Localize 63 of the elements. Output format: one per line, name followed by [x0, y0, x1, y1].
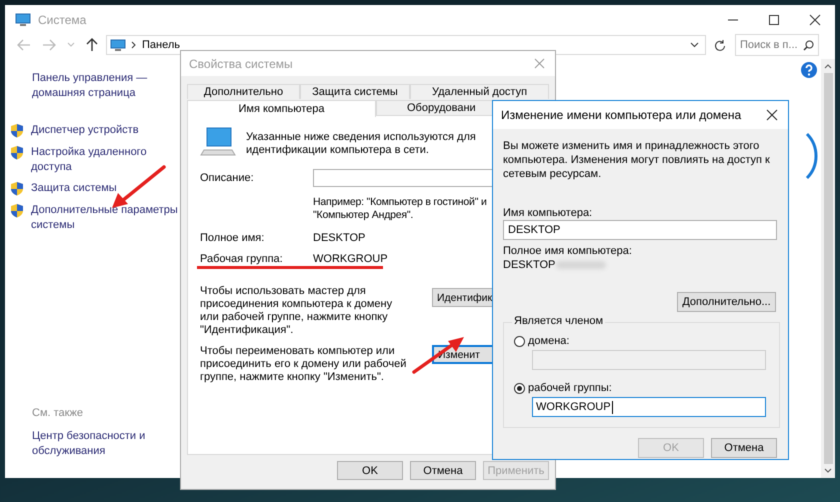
section-heading: См. также [32, 407, 84, 419]
monitor-icon [110, 38, 126, 52]
radio-label[interactable]: рабочей группы: [528, 382, 612, 394]
dialog-button[interactable]: Отмена [410, 461, 476, 480]
refresh-icon[interactable] [714, 38, 726, 52]
tab[interactable]: Удаленный доступ [410, 84, 549, 99]
close-icon[interactable] [766, 109, 778, 121]
chevron-right-icon [131, 41, 137, 49]
task-link[interactable]: Диспетчер устройств [31, 123, 181, 138]
field-label: Описание: [200, 172, 255, 184]
field-label: Рабочая группа: [200, 253, 284, 265]
help-icon[interactable] [801, 62, 817, 78]
computer-icon [200, 126, 236, 158]
group-heading: Является членом [512, 315, 606, 327]
scrollbar[interactable] [821, 59, 835, 478]
scrollbar-thumb[interactable] [824, 73, 832, 464]
task-link[interactable]: Дополнительные параметры системы [31, 203, 181, 232]
field-label: Имя компьютера: [503, 207, 594, 219]
task-link[interactable]: Защита системы [31, 181, 181, 196]
window-title: Система [38, 13, 86, 27]
tab[interactable]: Защита системы [300, 84, 410, 99]
tab[interactable]: Дополнительно [187, 84, 300, 99]
close-icon[interactable] [809, 14, 821, 26]
search-icon [803, 40, 814, 50]
dialog-button[interactable]: Отмена [711, 438, 777, 458]
field-value: DESKTOP [503, 259, 556, 271]
dialog-title: Свойства системы [189, 56, 293, 70]
radio-button[interactable] [514, 382, 525, 394]
field-label: Полное имя компьютера: [503, 245, 633, 257]
chevron-down-icon[interactable] [824, 468, 832, 474]
shield-icon [10, 181, 24, 196]
member-field[interactable]: WORKGROUP [532, 397, 766, 417]
computer-name-field[interactable]: DESKTOP [503, 220, 777, 240]
shield-icon [10, 203, 24, 218]
instruction-text: Чтобы использовать мастер для присоединения компьютера к домену или рабочей группе, нажмите кнопку "Идентификация". [200, 285, 394, 337]
intro-text: Указанные ниже сведения используются для идентификации компьютера в сети. [246, 130, 477, 157]
monitor-icon [15, 13, 31, 27]
field-label: Полное имя: [200, 232, 266, 244]
arc-icon [805, 131, 819, 181]
redaction-blur [556, 261, 606, 269]
hint-text: "Компьютер Андрея". [313, 209, 414, 222]
dialog-button[interactable]: OK [337, 461, 403, 480]
field-value: DESKTOP [313, 232, 366, 244]
see-also-link[interactable]: Центр безопасности и обслуживания [32, 429, 172, 458]
chevron-down-icon[interactable] [690, 42, 699, 48]
chevron-up-icon[interactable] [824, 63, 832, 69]
member-field[interactable] [532, 350, 766, 370]
shield-icon [10, 145, 24, 160]
home-link[interactable]: Панель управления — домашняя страница [32, 71, 162, 100]
radio-label[interactable]: домена: [528, 335, 570, 347]
instruction-text: Чтобы переименовать компьютер или присоединить его к домену или рабочей группе, нажмите кнопку "Изменить". [200, 345, 408, 384]
shield-icon [10, 123, 24, 138]
radio-button[interactable] [514, 336, 525, 346]
hint-text: Например: "Компьютер в гостиной" и [313, 196, 487, 209]
breadcrumb[interactable]: Панель [142, 39, 180, 51]
maximize-icon[interactable] [768, 14, 780, 26]
intro-text: Вы можете изменить имя и принадлежность этого компьютера. Изменения могут повлиять на доступ к сетевым ресурсам. [503, 139, 771, 181]
more-button[interactable]: Дополнительно... [677, 292, 776, 312]
tab[interactable]: Имя компьютера [187, 100, 376, 117]
search-field[interactable]: Поиск в п... [735, 34, 819, 56]
field-value: WORKGROUP [313, 253, 388, 265]
task-link[interactable]: Настройка удаленного доступа [31, 145, 181, 174]
up-arrow-icon[interactable] [86, 38, 98, 52]
